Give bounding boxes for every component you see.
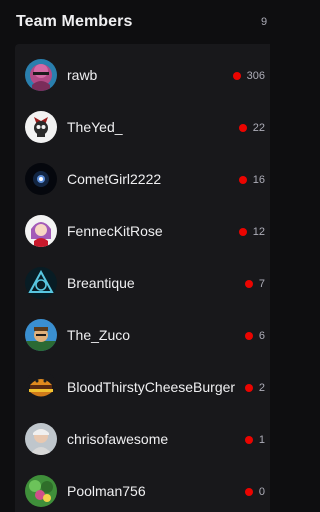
member-name: CometGirl2222 xyxy=(67,171,162,187)
member-count: 9 xyxy=(261,16,268,28)
anime-girl-avatar-icon xyxy=(25,215,57,247)
viewer-count: 6 xyxy=(244,329,265,343)
live-indicator-icon xyxy=(244,384,253,392)
viewer-count-value: 22 xyxy=(252,122,265,134)
member-name: The_Zuco xyxy=(67,327,131,343)
viewer-count: 22 xyxy=(238,121,265,135)
viewer-count-value: 2 xyxy=(258,382,265,394)
team-member-row[interactable]: chrisofawesome 1 xyxy=(15,412,270,464)
team-member-row[interactable]: CometGirl2222 16 xyxy=(15,152,270,204)
section-title: Team Members xyxy=(16,13,133,30)
live-indicator-icon xyxy=(238,176,247,184)
team-member-row[interactable]: The_Zuco 6 xyxy=(15,308,270,360)
member-name: TheYed_ xyxy=(67,119,123,135)
team-member-row[interactable]: FennecKitRose 12 xyxy=(15,204,270,256)
team-members-panel: Team Members 9 rawb 306 TheYed_ 22 Comet… xyxy=(0,0,270,512)
live-indicator-icon xyxy=(244,280,253,288)
viewer-count: 1 xyxy=(244,433,265,447)
team-member-row[interactable]: BloodThirstyCheeseBurger 2 xyxy=(15,360,270,412)
viewer-count: 7 xyxy=(244,277,265,291)
member-name: rawb xyxy=(67,67,98,83)
viewer-count: 16 xyxy=(238,173,265,187)
live-indicator-icon xyxy=(244,436,253,444)
team-member-row[interactable]: rawb 306 xyxy=(15,48,270,100)
team-member-row[interactable]: TheYed_ 22 xyxy=(15,100,270,152)
character-avatar-icon xyxy=(25,319,57,351)
team-members-list: rawb 306 TheYed_ 22 CometGirl2222 16 Fen… xyxy=(15,44,270,512)
person-avatar-icon xyxy=(25,423,57,455)
member-name: FennecKitRose xyxy=(67,223,163,239)
rawb-avatar-icon xyxy=(25,59,57,91)
live-indicator-icon xyxy=(244,332,253,340)
viewer-count-value: 1 xyxy=(258,434,265,446)
viewer-count-value: 16 xyxy=(252,174,265,186)
team-member-row[interactable]: Breantique 7 xyxy=(15,256,270,308)
triquetra-avatar-icon xyxy=(25,267,57,299)
live-indicator-icon xyxy=(238,124,247,132)
team-members-header: Team Members 9 xyxy=(0,0,270,44)
live-indicator-icon xyxy=(244,488,253,496)
garden-avatar-icon xyxy=(25,475,57,507)
burger-avatar-icon xyxy=(25,371,57,403)
member-name: BloodThirstyCheeseBurger xyxy=(67,379,236,395)
comet-avatar-icon xyxy=(25,163,57,195)
viewer-count: 306 xyxy=(232,69,265,83)
viewer-count-value: 0 xyxy=(258,486,265,498)
skull-avatar-icon xyxy=(25,111,57,143)
viewer-count-value: 12 xyxy=(252,226,265,238)
viewer-count-value: 7 xyxy=(258,278,265,290)
team-member-row[interactable]: Poolman756 0 xyxy=(15,464,270,512)
live-indicator-icon xyxy=(238,228,247,236)
member-name: Breantique xyxy=(67,275,135,291)
viewer-count-value: 6 xyxy=(258,330,265,342)
member-name: chrisofawesome xyxy=(67,431,169,447)
member-name: Poolman756 xyxy=(67,483,146,499)
viewer-count-value: 306 xyxy=(246,70,265,82)
viewer-count: 0 xyxy=(244,485,265,499)
viewer-count: 12 xyxy=(238,225,265,239)
live-indicator-icon xyxy=(232,72,241,80)
viewer-count: 2 xyxy=(244,381,265,395)
